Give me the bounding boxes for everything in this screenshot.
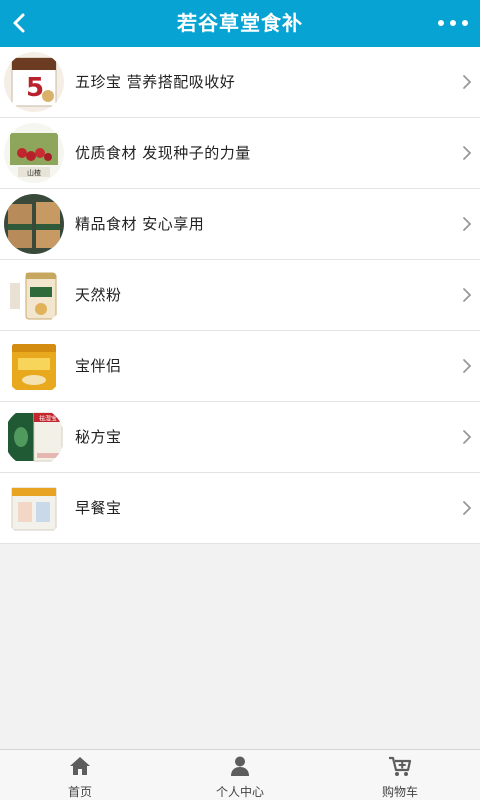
chevron-right-icon xyxy=(462,74,472,90)
list-item[interactable]: 天然粉 xyxy=(0,260,480,331)
list-item[interactable]: 山楂 优质食材 发现种子的力量 xyxy=(0,118,480,189)
list-item-label: 五珍宝 营养搭配吸收好 xyxy=(75,73,236,91)
list-item-label: 优质食材 发现种子的力量 xyxy=(75,144,251,162)
tab-home[interactable]: 首页 xyxy=(0,750,160,800)
list-item[interactable]: 宝伴侣 xyxy=(0,331,480,402)
thumb-text: 祛湿宝 xyxy=(39,415,57,423)
tab-cart[interactable]: 购物车 xyxy=(320,750,480,800)
list-item-label: 秘方宝 xyxy=(75,428,122,446)
powder-can-image xyxy=(4,265,64,325)
chevron-right-icon xyxy=(462,358,472,374)
more-icon[interactable] xyxy=(436,12,470,34)
list-item-label: 天然粉 xyxy=(75,286,122,304)
chevron-right-icon xyxy=(462,287,472,303)
tab-cart-label: 购物车 xyxy=(381,785,418,799)
thumb-text: 5 xyxy=(26,73,44,103)
companion-box-image xyxy=(4,336,64,396)
chevron-right-icon xyxy=(462,216,472,232)
breakfast-box-image xyxy=(4,478,64,538)
home-icon xyxy=(68,755,92,777)
list-item-label: 精品食材 安心享用 xyxy=(75,215,205,233)
list-item[interactable]: 5 五珍宝 营养搭配吸收好 xyxy=(0,47,480,118)
hawthorn-image: 山楂 xyxy=(4,123,64,183)
list-item[interactable]: 祛湿宝 秘方宝 xyxy=(0,402,480,473)
list-item-label: 早餐宝 xyxy=(75,499,122,517)
cart-icon xyxy=(388,755,412,777)
tab-profile-label: 个人中心 xyxy=(215,785,264,799)
gift-box-image xyxy=(4,194,64,254)
list-item[interactable]: 早餐宝 xyxy=(0,473,480,544)
thumb-text: 山楂 xyxy=(27,168,41,177)
product-list: 5 五珍宝 营养搭配吸收好 山楂 优质食材 发现种子的力量 精品食材 安心享用 … xyxy=(0,47,480,544)
bottom-tab-bar: 首页 个人中心 购物车 xyxy=(0,749,480,800)
chevron-right-icon xyxy=(462,429,472,445)
user-icon xyxy=(228,755,252,777)
five-treasure-package-image: 5 xyxy=(4,52,64,112)
top-bar: 若谷草堂食补 xyxy=(0,0,480,47)
chevron-right-icon xyxy=(462,500,472,516)
recipe-box-image: 祛湿宝 xyxy=(4,407,64,467)
page-title: 若谷草堂食补 xyxy=(177,11,303,35)
tab-profile[interactable]: 个人中心 xyxy=(160,750,320,800)
list-item[interactable]: 精品食材 安心享用 xyxy=(0,189,480,260)
list-item-label: 宝伴侣 xyxy=(75,357,122,375)
tab-home-label: 首页 xyxy=(67,785,92,799)
chevron-right-icon xyxy=(462,145,472,161)
